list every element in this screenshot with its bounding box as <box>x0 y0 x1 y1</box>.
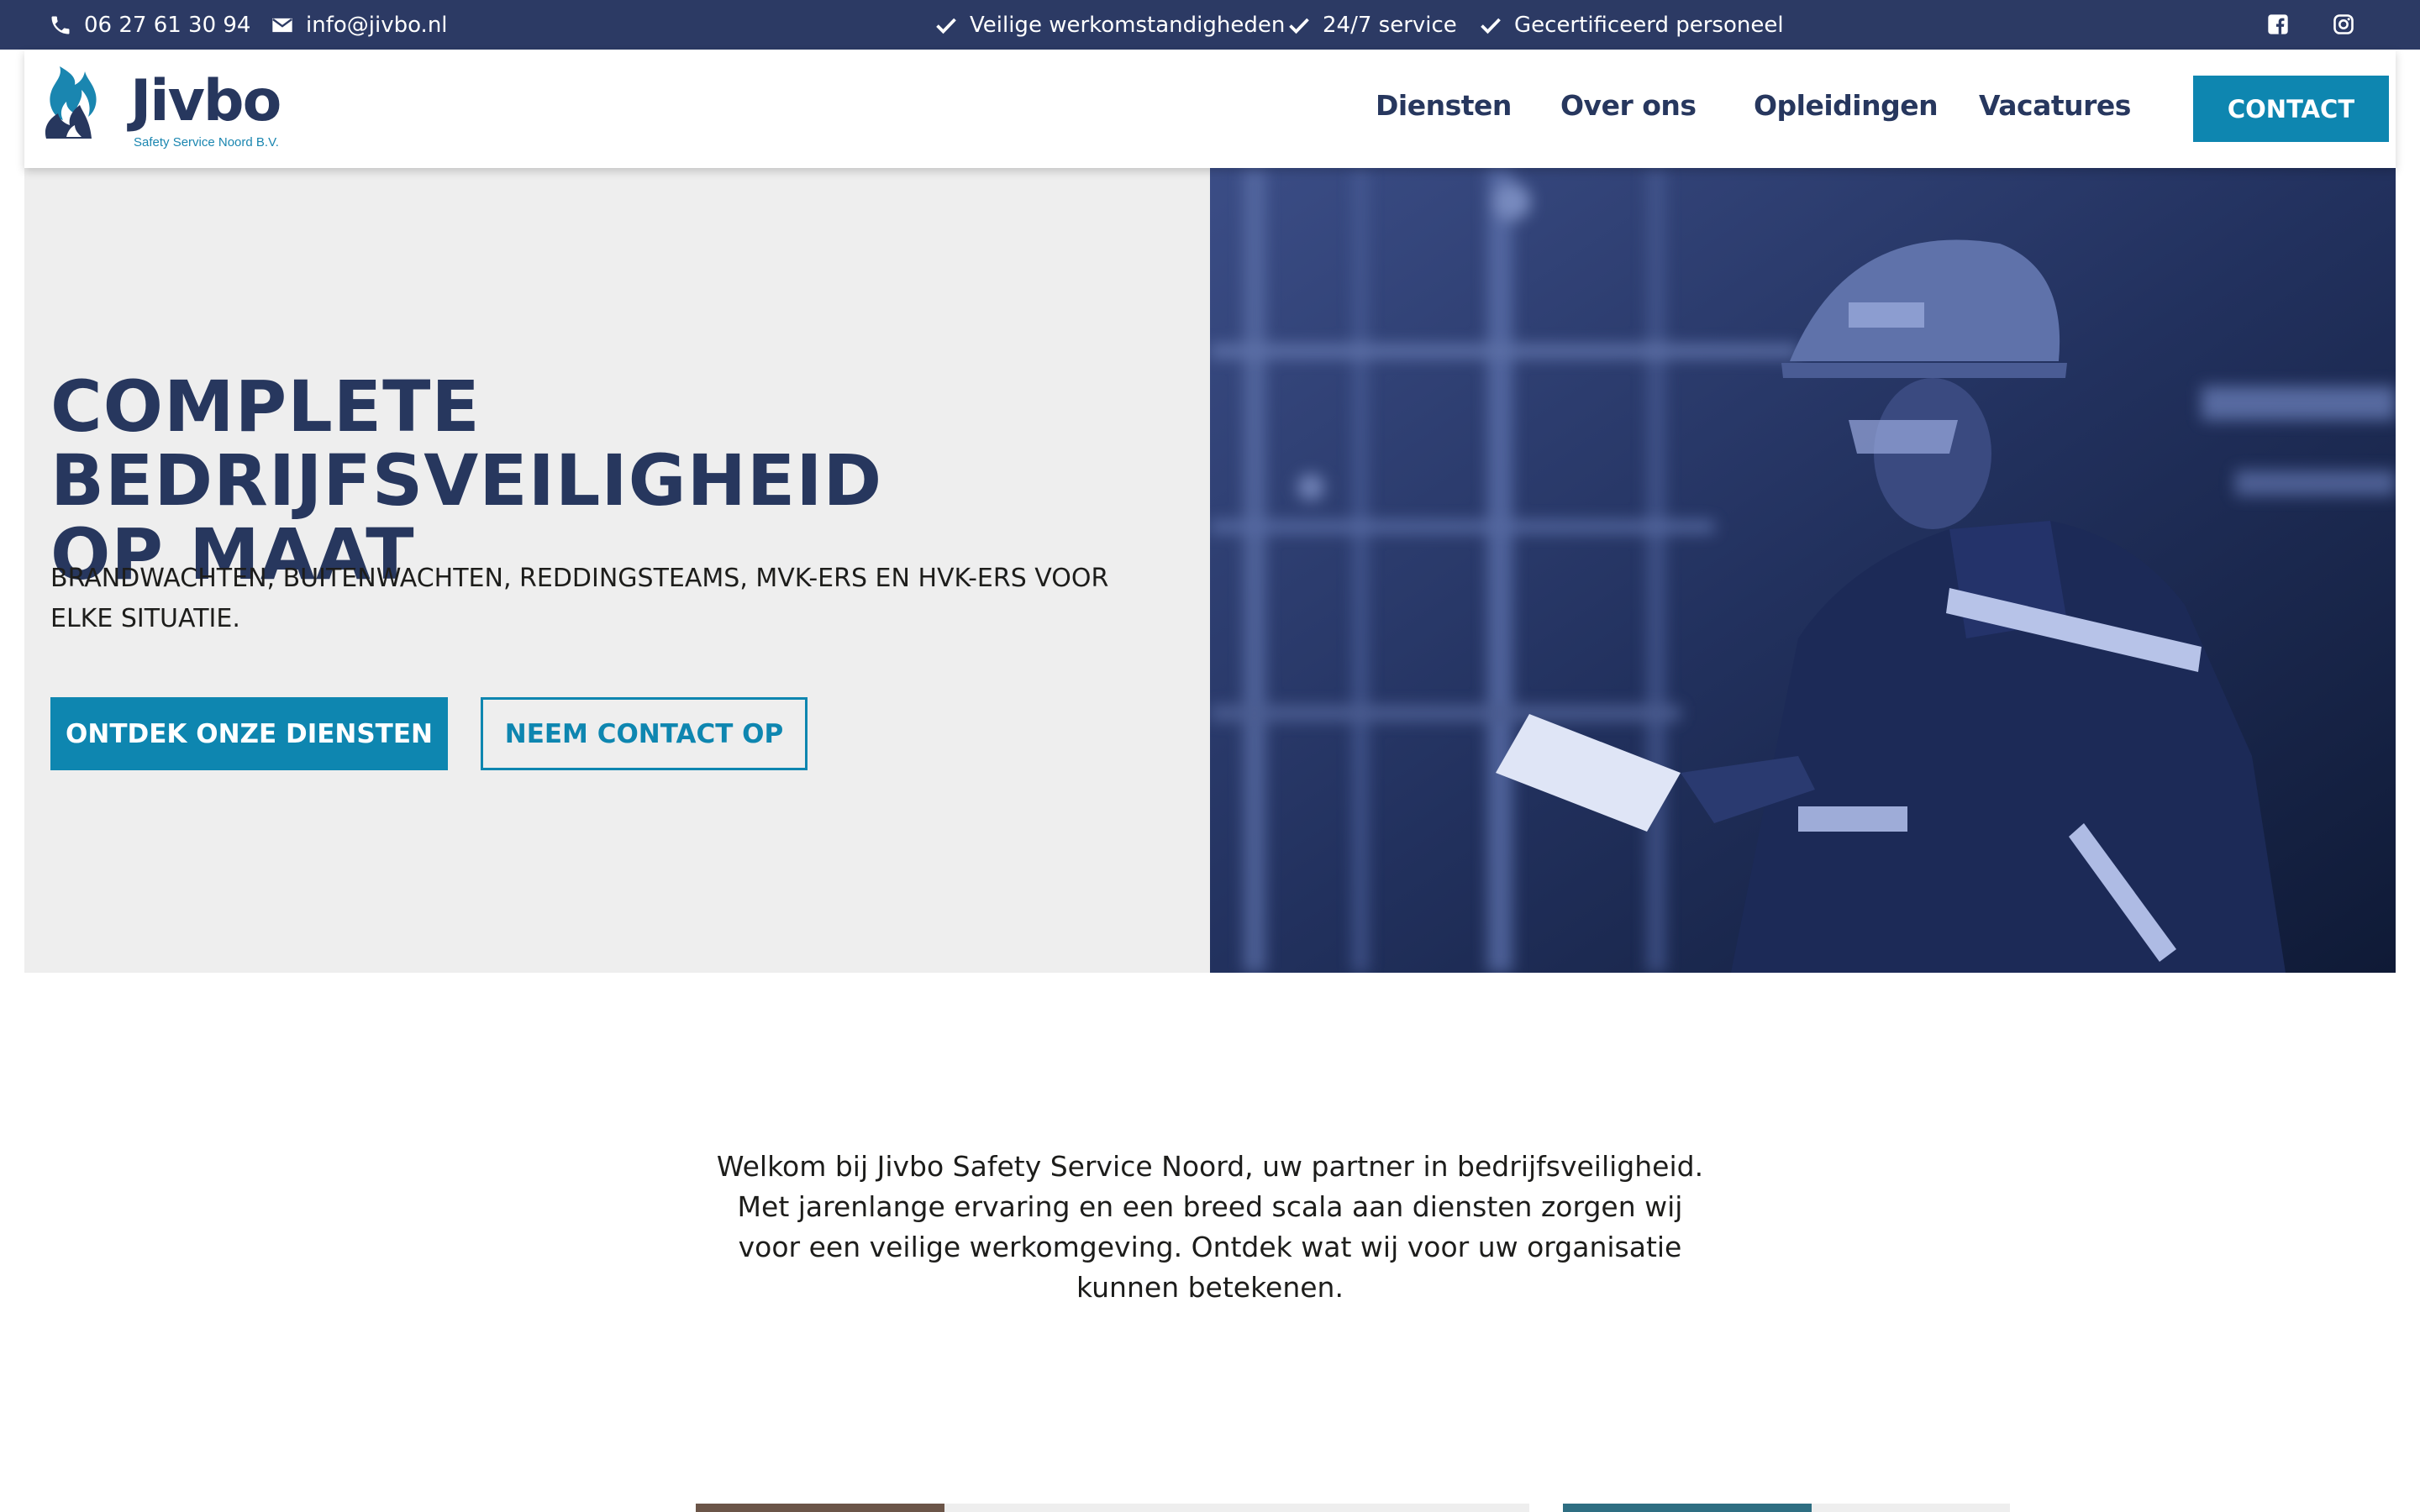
check-icon <box>1289 18 1309 34</box>
service-card-image <box>1563 1504 1812 1512</box>
usp-item: Gecertificeerd personeel <box>1479 0 1784 50</box>
intro-paragraph: Welkom bij Jivbo Safety Service Noord, u… <box>716 1150 1704 1304</box>
envelope-icon <box>272 18 292 32</box>
service-card[interactable] <box>944 1504 1529 1512</box>
contact-button[interactable]: CONTACT <box>2193 76 2389 142</box>
usp-item: 24/7 service <box>1287 0 1457 50</box>
email-address: info@jivbo.nl <box>306 12 448 38</box>
site-header: Jivbo Safety Service Noord B.V. Diensten… <box>24 50 2396 168</box>
logo-subtitle: Safety Service Noord B.V. <box>134 135 279 150</box>
nav-item-opleidingen[interactable]: Opleidingen <box>1754 89 1939 122</box>
hero-subtitle: BRANDWACHTEN, BUITENWACHTEN, REDDINGSTEA… <box>50 564 1109 633</box>
logo[interactable]: Jivbo Safety Service Noord B.V. <box>41 65 310 153</box>
email-link[interactable]: info@jivbo.nl <box>271 0 448 50</box>
top-bar: 06 27 61 30 94 info@jivbo.nl Veilige wer… <box>0 0 2420 50</box>
flame-logo-icon <box>45 66 97 139</box>
discover-services-button[interactable]: ONTDEK ONZE DIENSTEN <box>50 697 448 770</box>
usp-label: Gecertificeerd personeel <box>1514 12 1784 38</box>
check-icon <box>936 18 956 34</box>
nav-item-diensten[interactable]: Diensten <box>1376 89 1512 122</box>
contact-us-button[interactable]: NEEM CONTACT OP <box>481 697 808 770</box>
firewatch-worker-illustration <box>1210 168 2396 973</box>
service-card[interactable] <box>1812 1504 2010 1512</box>
phone-icon <box>51 16 70 34</box>
hero-title-line: COMPLETE BEDRIJFSVEILIGHEID <box>50 365 883 522</box>
phone-number: 06 27 61 30 94 <box>84 12 251 38</box>
hero-image <box>1210 168 2396 973</box>
usp-label: 24/7 service <box>1323 12 1457 38</box>
logo-wordmark: Jivbo <box>130 68 281 134</box>
instagram-icon[interactable] <box>2332 13 2355 36</box>
usp-item: Veilige werkomstandigheden <box>934 0 1285 50</box>
phone-link[interactable]: 06 27 61 30 94 <box>49 0 250 50</box>
usp-label: Veilige werkomstandigheden <box>970 12 1286 38</box>
nav-item-vacatures[interactable]: Vacatures <box>1979 89 2131 122</box>
nav-item-over-ons[interactable]: Over ons <box>1560 89 1697 122</box>
service-card-image <box>696 1504 944 1512</box>
check-icon <box>1481 18 1501 34</box>
facebook-icon[interactable] <box>2266 13 2290 36</box>
